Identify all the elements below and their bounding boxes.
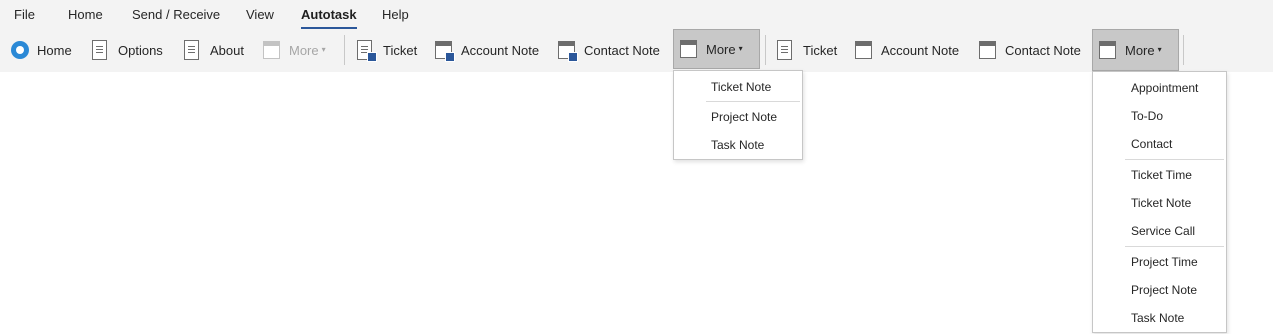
calendar-icon [263, 40, 281, 60]
menu-divider [706, 101, 800, 102]
chevron-down-icon: ▾ [738, 43, 743, 53]
tab-autotask[interactable]: Autotask [301, 6, 357, 29]
chevron-down-icon: ▾ [1157, 44, 1162, 54]
menu-item-project-note[interactable]: Project Note [1131, 282, 1197, 298]
home-button-label: Home [37, 42, 72, 58]
more-button-2[interactable]: More ▾ [1092, 29, 1179, 71]
list-icon [92, 40, 110, 60]
menu-item-ticket-note[interactable]: Ticket Note [1131, 195, 1191, 211]
ticket-button-2-label: Ticket [803, 42, 838, 58]
more-button-disabled-label: More [289, 42, 319, 58]
menu-divider [1125, 159, 1224, 160]
account-note-icon [435, 40, 455, 62]
about-button[interactable]: About [184, 36, 244, 64]
contact-note-button-label: Contact Note [584, 42, 660, 58]
more-button-disabled: More ▾ [263, 36, 326, 64]
menu-item-project-time[interactable]: Project Time [1131, 254, 1198, 270]
tab-send-receive[interactable]: Send / Receive [132, 6, 220, 24]
menu-divider [1125, 246, 1224, 247]
options-button[interactable]: Options [92, 36, 163, 64]
options-button-label: Options [118, 42, 163, 58]
contact-note-button-2[interactable]: Contact Note [979, 36, 1081, 64]
ribbon-separator [344, 35, 345, 65]
more-dropdown-menu-2: Appointment To-Do Contact Ticket Time Ti… [1092, 71, 1227, 333]
menu-item-to-do[interactable]: To-Do [1131, 108, 1163, 124]
tab-view[interactable]: View [246, 6, 274, 24]
menu-item-appointment[interactable]: Appointment [1131, 80, 1198, 96]
ribbon-separator [765, 35, 766, 65]
menu-item-project-note[interactable]: Project Note [711, 109, 777, 125]
menu-item-task-note[interactable]: Task Note [1131, 310, 1184, 326]
ticket-icon [357, 40, 377, 62]
account-note-button-2[interactable]: Account Note [855, 36, 959, 64]
calendar-icon [1099, 40, 1117, 60]
chevron-down-icon: ▾ [321, 44, 326, 54]
contact-note-icon [558, 40, 578, 62]
contact-note-button[interactable]: Contact Note [558, 36, 660, 64]
home-button[interactable]: Home [11, 36, 72, 64]
ticket-button[interactable]: Ticket [357, 36, 417, 64]
more-dropdown-menu: Ticket Note Project Note Task Note [673, 70, 803, 160]
contact-note-button-2-label: Contact Note [1005, 42, 1081, 58]
more-button-label: More [706, 41, 736, 57]
tab-file[interactable]: File [14, 6, 35, 24]
autotask-logo-icon [11, 40, 29, 60]
tab-home[interactable]: Home [68, 6, 103, 24]
account-note-button-label: Account Note [461, 42, 540, 58]
account-note-icon [855, 40, 873, 60]
menu-item-contact[interactable]: Contact [1131, 136, 1172, 152]
about-button-label: About [210, 42, 244, 58]
contact-note-icon [979, 40, 997, 60]
ticket-button-label: Ticket [383, 42, 418, 58]
ribbon-separator [1183, 35, 1184, 65]
ticket-icon [777, 40, 795, 60]
menu-item-ticket-time[interactable]: Ticket Time [1131, 167, 1192, 183]
account-note-button-2-label: Account Note [881, 42, 960, 58]
document-icon [184, 40, 202, 60]
menu-item-task-note[interactable]: Task Note [711, 137, 764, 153]
ticket-button-2[interactable]: Ticket [777, 36, 837, 64]
more-button-2-label: More [1125, 42, 1155, 58]
more-button[interactable]: More ▾ [673, 29, 760, 69]
calendar-icon [680, 39, 698, 59]
account-note-button[interactable]: Account Note [435, 36, 539, 64]
menu-item-service-call[interactable]: Service Call [1131, 223, 1195, 239]
tab-help[interactable]: Help [382, 6, 409, 24]
ribbon-bar: File Home Send / Receive View Autotask H… [0, 0, 1273, 72]
menu-item-ticket-note[interactable]: Ticket Note [711, 79, 771, 95]
